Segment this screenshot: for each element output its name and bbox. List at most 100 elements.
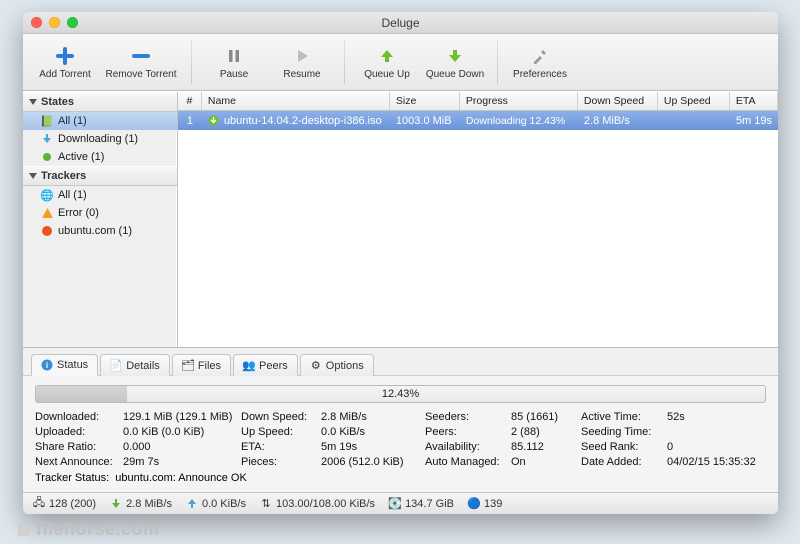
label-date-added: Date Added: <box>581 456 667 468</box>
tab-files[interactable]: 🗂Files <box>172 354 231 376</box>
chevron-down-icon <box>29 173 37 179</box>
gear-icon: ⚙ <box>310 360 322 372</box>
remove-torrent-button[interactable]: Remove Torrent <box>99 37 183 87</box>
minus-icon <box>131 45 151 67</box>
cell-num: 1 <box>178 115 202 127</box>
label-availability: Availability: <box>425 441 511 453</box>
value-share-ratio: 0.000 <box>123 441 241 453</box>
download-icon <box>41 133 53 145</box>
close-icon[interactable] <box>31 17 42 28</box>
warning-icon <box>41 207 53 219</box>
minimize-icon[interactable] <box>49 17 60 28</box>
queue-up-button[interactable]: Queue Up <box>353 37 421 87</box>
col-down-speed[interactable]: Down Speed <box>578 92 658 110</box>
sidebar-item-active[interactable]: Active (1) <box>23 148 177 166</box>
table-row[interactable]: 1 ubuntu-14.04.2-desktop-i386.iso 1003.0… <box>178 111 778 130</box>
label-pieces: Pieces: <box>241 456 321 468</box>
cell-size: 1003.0 MiB <box>390 115 460 127</box>
tab-peers[interactable]: 👥Peers <box>233 354 298 376</box>
separator <box>497 40 498 84</box>
window-title: Deluge <box>381 16 419 30</box>
label-seeders: Seeders: <box>425 411 511 423</box>
status-ratio[interactable]: ⇅103.00/108.00 KiB/s <box>260 498 375 510</box>
torrent-list: # Name Size Progress Down Speed Up Speed… <box>178 92 778 347</box>
tab-options[interactable]: ⚙Options <box>300 354 374 376</box>
resume-button[interactable]: Resume <box>268 37 336 87</box>
status-free-space[interactable]: 💽134.7 GiB <box>389 498 454 510</box>
col-num[interactable]: # <box>178 92 202 110</box>
label-seed-rank: Seed Rank: <box>581 441 667 453</box>
sidebar-item-all[interactable]: 📗All (1) <box>23 112 177 130</box>
tools-icon <box>531 45 549 67</box>
sidebar-item-tracker-error[interactable]: Error (0) <box>23 204 177 222</box>
value-downloaded: 129.1 MiB (129.1 MiB) <box>123 411 241 423</box>
arrow-down-green-icon <box>110 498 122 510</box>
table-header: # Name Size Progress Down Speed Up Speed… <box>178 92 778 111</box>
value-seeders: 85 (1661) <box>511 411 581 423</box>
titlebar: Deluge <box>23 12 778 34</box>
value-seed-rank: 0 <box>667 441 766 453</box>
sidebar-section-trackers[interactable]: Trackers <box>23 166 177 186</box>
cell-progress: Downloading 12.43% <box>460 115 578 127</box>
disk-icon: 💽 <box>389 498 401 510</box>
value-up-speed: 0.0 KiB/s <box>321 426 425 438</box>
sidebar-item-tracker-all[interactable]: 🌐All (1) <box>23 186 177 204</box>
zoom-icon[interactable] <box>67 17 78 28</box>
statusbar: 🖧128 (200) 2.8 MiB/s 0.0 KiB/s ⇅103.00/1… <box>23 492 778 514</box>
info-icon: i <box>41 359 53 371</box>
status-dht[interactable]: 🔵139 <box>468 498 502 510</box>
label-share-ratio: Share Ratio: <box>35 441 123 453</box>
label-up-speed: Up Speed: <box>241 426 321 438</box>
value-next-announce: 29m 7s <box>123 456 241 468</box>
value-eta: 5m 19s <box>321 441 425 453</box>
value-uploaded: 0.0 KiB (0.0 KiB) <box>123 426 241 438</box>
tracker-status: Tracker Status: ubuntu.com: Announce OK <box>35 472 766 484</box>
arrow-up-icon <box>378 45 396 67</box>
status-up-speed[interactable]: 0.0 KiB/s <box>186 498 246 510</box>
cell-name: ubuntu-14.04.2-desktop-i386.iso <box>202 115 390 127</box>
preferences-button[interactable]: Preferences <box>506 37 574 87</box>
add-torrent-button[interactable]: Add Torrent <box>31 37 99 87</box>
cell-eta: 5m 19s <box>730 115 778 127</box>
network-icon: 🖧 <box>33 498 45 510</box>
svg-text:i: i <box>46 361 48 370</box>
chevron-down-icon <box>29 99 37 105</box>
active-icon <box>41 151 53 163</box>
swap-icon: ⇅ <box>260 498 272 510</box>
play-icon <box>294 45 310 67</box>
sidebar-item-downloading[interactable]: Downloading (1) <box>23 130 177 148</box>
value-pieces: 2006 (512.0 KiB) <box>321 456 425 468</box>
col-name[interactable]: Name <box>202 92 390 110</box>
status-panel: 12.43% Downloaded:129.1 MiB (129.1 MiB) … <box>23 376 778 492</box>
tab-details[interactable]: 📄Details <box>100 354 170 376</box>
tab-status[interactable]: iStatus <box>31 354 98 376</box>
window-controls <box>31 17 78 28</box>
col-up-speed[interactable]: Up Speed <box>658 92 730 110</box>
globe-icon: 🌐 <box>41 189 53 201</box>
status-down-speed[interactable]: 2.8 MiB/s <box>110 498 172 510</box>
sidebar-section-states[interactable]: States <box>23 92 177 112</box>
downloading-icon <box>208 115 220 127</box>
col-eta[interactable]: ETA <box>730 92 778 110</box>
label-uploaded: Uploaded: <box>35 426 123 438</box>
label-down-speed: Down Speed: <box>241 411 321 423</box>
pause-button[interactable]: Pause <box>200 37 268 87</box>
label-downloaded: Downloaded: <box>35 411 123 423</box>
app-window: Deluge Add Torrent Remove Torrent Pause … <box>23 12 778 514</box>
details-tabs: iStatus 📄Details 🗂Files 👥Peers ⚙Options <box>23 348 778 376</box>
plus-icon <box>55 45 75 67</box>
pause-icon <box>226 45 242 67</box>
value-availability: 85.112 <box>511 441 581 453</box>
col-progress[interactable]: Progress <box>460 92 578 110</box>
label-eta: ETA: <box>241 441 321 453</box>
status-connections[interactable]: 🖧128 (200) <box>33 498 96 510</box>
label-seeding-time: Seeding Time: <box>581 426 667 438</box>
value-seeding-time <box>667 426 766 438</box>
progress-bar: 12.43% <box>35 385 766 403</box>
ubuntu-icon <box>41 225 53 237</box>
main-area: States 📗All (1) Downloading (1) Active (… <box>23 91 778 347</box>
table-body: 1 ubuntu-14.04.2-desktop-i386.iso 1003.0… <box>178 111 778 347</box>
col-size[interactable]: Size <box>390 92 460 110</box>
sidebar-item-tracker-ubuntu[interactable]: ubuntu.com (1) <box>23 222 177 240</box>
queue-down-button[interactable]: Queue Down <box>421 37 489 87</box>
